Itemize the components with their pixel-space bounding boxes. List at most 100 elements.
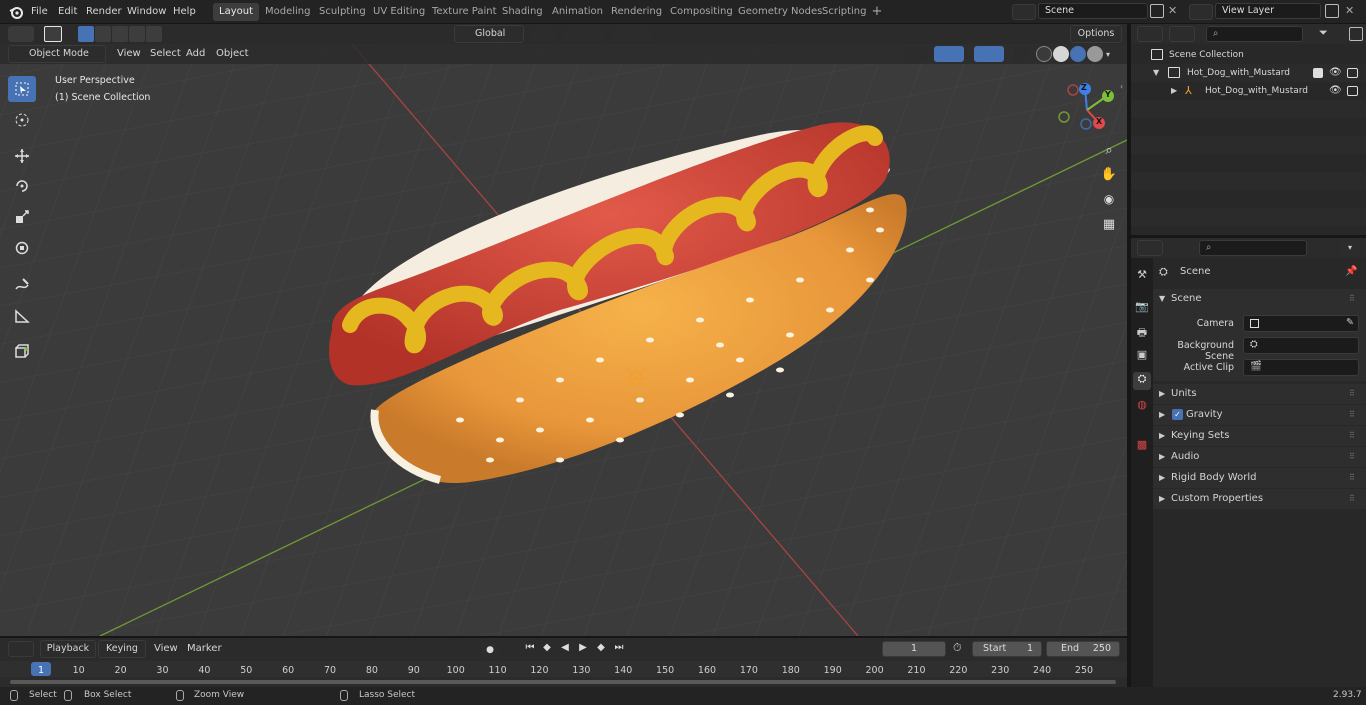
shading-rendered-icon[interactable] — [1087, 46, 1103, 62]
gizmo-toggle-icon[interactable] — [934, 46, 964, 62]
add-workspace-icon[interactable]: + — [870, 5, 884, 19]
transform-icon[interactable] — [8, 235, 36, 261]
annotate-icon[interactable] — [8, 272, 36, 298]
pin-icon[interactable]: 📌 — [1345, 262, 1357, 282]
menu-render[interactable]: Render — [83, 4, 125, 20]
tool-tab-icon[interactable]: ⚒ — [1134, 268, 1150, 284]
timeline-menu-view[interactable]: View — [151, 641, 181, 657]
render-tab-icon[interactable]: 📷 — [1134, 300, 1150, 316]
units-panel-header[interactable]: ▶ Units ⠿ — [1153, 384, 1366, 404]
shading-options-icon[interactable]: ▾ — [1106, 50, 1116, 60]
tab-compositing[interactable]: Compositing — [664, 3, 739, 21]
viewport-menu-add[interactable]: Add — [183, 46, 208, 62]
transform-orientation-dropdown[interactable]: Global — [454, 25, 524, 43]
eye-icon[interactable]: 👁 — [1329, 82, 1342, 100]
outliner-editor-type-icon[interactable] — [1137, 26, 1163, 42]
tab-modeling[interactable]: Modeling — [259, 3, 317, 21]
zoom-icon[interactable]: ⌕ — [1100, 143, 1118, 161]
tab-uv-editing[interactable]: UV Editing — [367, 3, 431, 21]
rotate-icon[interactable] — [8, 173, 36, 199]
play-icon[interactable]: ▶ — [575, 642, 591, 658]
overlay-toggle-icon[interactable] — [974, 46, 1004, 62]
timeline-scrollbar[interactable] — [10, 680, 1116, 684]
world-tab-icon[interactable]: ◍ — [1134, 398, 1150, 414]
pan-hand-icon[interactable]: ✋ — [1100, 167, 1118, 185]
drag-handle-icon[interactable]: ⠿ — [1349, 289, 1355, 309]
menu-help[interactable]: Help — [170, 4, 199, 20]
jump-end-icon[interactable]: ⏭ — [611, 642, 627, 658]
new-view-layer-icon[interactable] — [1325, 4, 1339, 18]
keying-menu[interactable]: Keying — [98, 640, 146, 658]
sidebar-toggle-icon[interactable]: ‹ — [1120, 82, 1128, 92]
playback-menu[interactable]: Playback — [40, 640, 96, 658]
custom-properties-panel-header[interactable]: ▶ Custom Properties ⠿ — [1153, 489, 1366, 509]
exclude-checkbox-icon[interactable] — [1313, 68, 1323, 78]
tab-geometry-nodes[interactable]: Geometry Nodes — [732, 3, 828, 21]
end-frame-field[interactable]: End 250 — [1046, 641, 1120, 657]
start-frame-field[interactable]: Start 1 — [972, 641, 1042, 657]
camera-field[interactable]: ✎ — [1243, 315, 1359, 332]
select-mode-subtract-icon[interactable] — [112, 26, 128, 42]
scale-icon[interactable] — [8, 204, 36, 230]
scene-name-field[interactable]: Scene — [1038, 3, 1148, 19]
tab-rendering[interactable]: Rendering — [605, 3, 668, 21]
object-mode-dropdown[interactable]: Object Mode — [8, 45, 106, 63]
drag-handle-icon[interactable]: ⠿ — [1349, 447, 1355, 467]
tab-texture-paint[interactable]: Texture Paint — [426, 3, 503, 21]
outliner-search-input[interactable]: ⌕ — [1206, 26, 1303, 42]
stopwatch-icon[interactable]: ⏱ — [953, 641, 969, 657]
pivot-point-icon[interactable] — [530, 26, 554, 42]
viewport-menu-object[interactable]: Object — [213, 46, 252, 62]
jump-keyframe-back-icon[interactable]: ◆ — [539, 642, 555, 658]
select-mode-extend-icon[interactable] — [95, 26, 111, 42]
navigation-gizmo[interactable]: Z Y X — [1055, 80, 1120, 140]
blender-logo-icon[interactable] — [8, 4, 24, 20]
drag-handle-icon[interactable]: ⠿ — [1349, 384, 1355, 404]
tab-animation[interactable]: Animation — [546, 3, 609, 21]
menu-edit[interactable]: Edit — [55, 4, 80, 20]
view-layer-field[interactable]: View Layer — [1215, 3, 1321, 19]
add-cube-icon[interactable] — [8, 338, 36, 364]
jump-keyframe-forward-icon[interactable]: ◆ — [593, 642, 609, 658]
active-clip-field[interactable]: 🎬 — [1243, 359, 1359, 376]
select-mode-intersect-icon[interactable] — [146, 26, 162, 42]
outliner-row-collection[interactable]: ▼ Hot_Dog_with_Mustard 👁 — [1131, 64, 1366, 82]
drag-handle-icon[interactable]: ⠿ — [1349, 426, 1355, 446]
select-mode-new-icon[interactable] — [78, 26, 94, 42]
measure-icon[interactable] — [8, 303, 36, 329]
new-collection-icon[interactable] — [1349, 27, 1363, 41]
eyedropper-icon[interactable]: ✎ — [1346, 316, 1354, 330]
expand-arrow-icon[interactable]: ▶ — [1171, 82, 1177, 100]
audio-panel-header[interactable]: ▶ Audio ⠿ — [1153, 447, 1366, 467]
output-tab-icon[interactable]: 🖶 — [1134, 324, 1150, 340]
background-scene-field[interactable]: ⛭ — [1243, 337, 1359, 354]
drag-handle-icon[interactable]: ⠿ — [1349, 405, 1355, 425]
eye-icon[interactable]: 👁 — [1329, 64, 1342, 82]
properties-editor-type-icon[interactable] — [1137, 240, 1163, 256]
texture-tab-icon[interactable]: ▩ — [1134, 438, 1150, 454]
render-camera-icon[interactable] — [1347, 68, 1358, 78]
jump-start-icon[interactable]: ⏮ — [522, 642, 538, 658]
view-layer-tab-icon[interactable]: ▣ — [1134, 348, 1150, 364]
visibility-icon[interactable] — [904, 46, 928, 62]
select-mode-invert-icon[interactable] — [129, 26, 145, 42]
3d-viewport[interactable] — [0, 44, 1127, 636]
camera-view-icon[interactable]: ◉ — [1100, 192, 1118, 210]
shading-wireframe-icon[interactable] — [1036, 46, 1052, 62]
record-icon[interactable]: ● — [481, 642, 499, 658]
viewport-menu-select[interactable]: Select — [147, 46, 184, 62]
drag-handle-icon[interactable]: ⠿ — [1349, 468, 1355, 488]
tab-shading[interactable]: Shading — [496, 3, 549, 21]
xray-toggle-icon[interactable] — [1014, 46, 1030, 62]
tab-scripting[interactable]: Scripting — [816, 3, 872, 21]
menu-file[interactable]: File — [28, 4, 51, 20]
filter-icon[interactable]: ⏷ — [1319, 26, 1345, 42]
properties-search-input[interactable]: ⌕ — [1199, 240, 1307, 256]
proportional-edit-icon[interactable] — [612, 26, 652, 42]
view-layer-selector-icon[interactable] — [1189, 4, 1213, 20]
snap-icon[interactable] — [562, 26, 602, 42]
ortho-grid-icon[interactable]: ▦ — [1100, 217, 1118, 235]
play-reverse-icon[interactable]: ◀ — [557, 642, 573, 658]
cursor-icon[interactable] — [8, 107, 36, 133]
new-scene-icon[interactable] — [1150, 4, 1164, 18]
